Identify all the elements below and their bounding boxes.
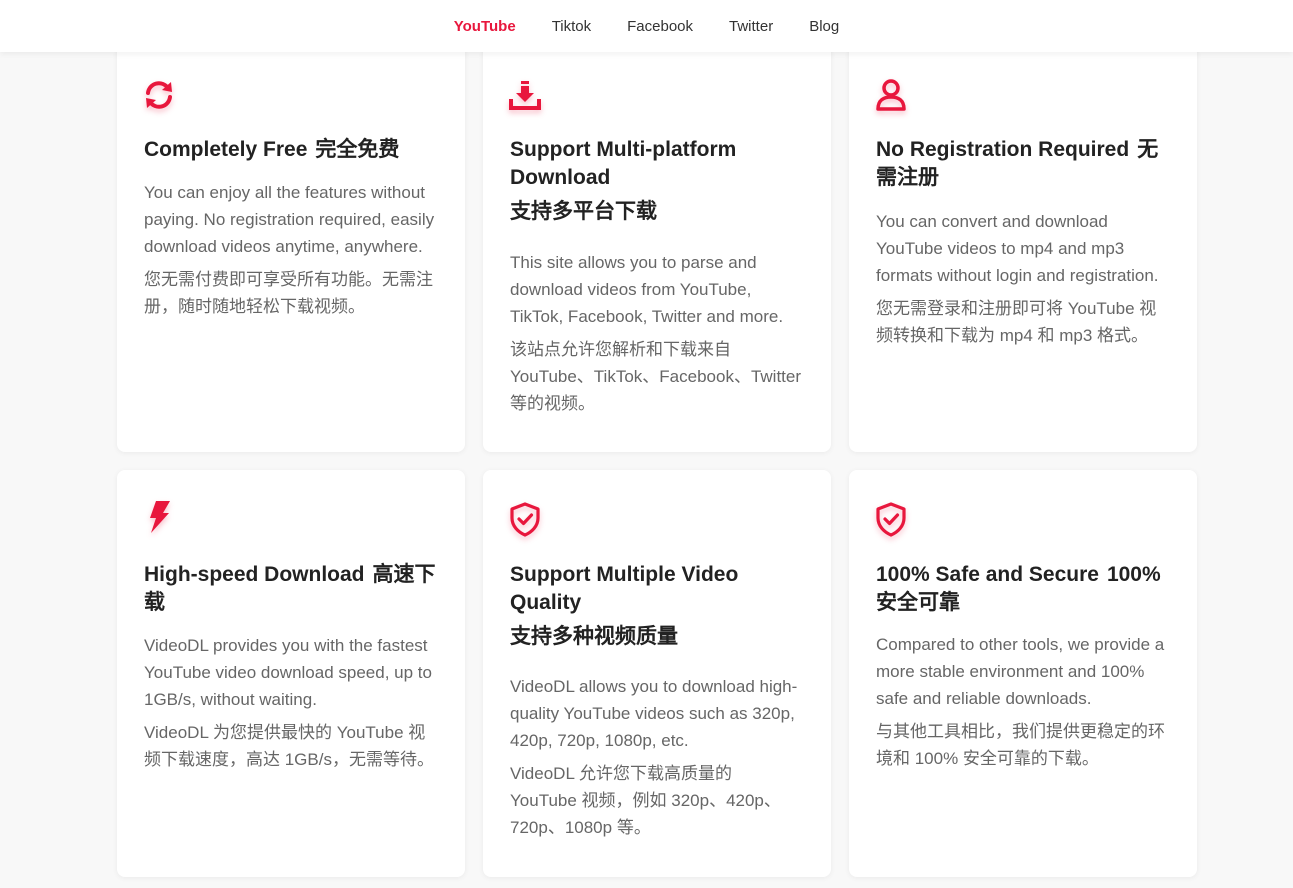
feature-title: Support Multiple Video Quality 支持多种视频质量 — [510, 561, 807, 651]
feature-desc-en: You can convert and download YouTube vid… — [876, 212, 1159, 285]
feature-desc-en: You can enjoy all the features without p… — [144, 183, 435, 256]
feature-card-safe: 100% Safe and Secure 100% 安全可靠 Compared t… — [849, 470, 1197, 877]
lightning-icon — [141, 499, 177, 535]
feature-desc-zh: VideoDL 允许您下载高质量的 YouTube 视频，例如 320p、420… — [510, 764, 781, 837]
feature-title-en: Support Multi-platform Download — [510, 138, 737, 189]
feature-title-en: Completely Free — [144, 138, 308, 161]
feature-title-zh: 支持多平台下载 — [510, 200, 657, 223]
feature-title-en: High-speed Download — [144, 563, 365, 586]
feature-desc-en: This site allows you to parse and downlo… — [510, 253, 784, 326]
feature-description: VideoDL provides you with the fastest Yo… — [144, 632, 435, 773]
download-icon — [507, 77, 543, 113]
feature-title: High-speed Download 高速下载 — [144, 561, 441, 617]
shield-check-icon — [507, 501, 543, 537]
nav-facebook[interactable]: Facebook — [627, 18, 693, 35]
feature-card-multiplatform: Support Multi-platform Download 支持多平台下载 … — [483, 30, 831, 452]
feature-title: No Registration Required 无需注册 — [876, 136, 1173, 192]
feature-title-zh: 完全免费 — [315, 138, 400, 161]
feature-desc-en: Compared to other tools, we provide a mo… — [876, 635, 1165, 708]
nav-youtube[interactable]: YouTube — [454, 18, 516, 35]
feature-desc-zh: VideoDL 为您提供最快的 YouTube 视频下载速度，高达 1GB/s，… — [144, 723, 434, 769]
nav-blog[interactable]: Blog — [809, 18, 839, 35]
feature-desc-en: VideoDL allows you to download high-qual… — [510, 677, 798, 750]
feature-desc-zh: 您无需付费即可享受所有功能。无需注册，随时随地轻松下载视频。 — [144, 270, 433, 316]
feature-desc-zh: 您无需登录和注册即可将 YouTube 视频转换和下载为 mp4 和 mp3 格… — [876, 299, 1157, 345]
feature-title-en: No Registration Required — [876, 138, 1130, 161]
feature-card-no-registration: No Registration Required 无需注册 You can con… — [849, 30, 1197, 452]
feature-card-video-quality: Support Multiple Video Quality 支持多种视频质量 … — [483, 470, 831, 877]
feature-title-en: Support Multiple Video Quality — [510, 563, 739, 614]
user-icon — [873, 77, 909, 113]
shield-check-icon — [873, 501, 909, 537]
feature-desc-zh: 与其他工具相比，我们提供更稳定的环境和 100% 安全可靠的下载。 — [876, 722, 1165, 768]
feature-description: This site allows you to parse and downlo… — [510, 249, 801, 417]
top-nav: YouTube Tiktok Facebook Twitter Blog — [0, 0, 1293, 52]
refresh-icon — [141, 77, 177, 113]
feature-description: VideoDL allows you to download high-qual… — [510, 673, 801, 841]
feature-card-high-speed: High-speed Download 高速下载 VideoDL provides… — [117, 470, 465, 877]
feature-desc-en: VideoDL provides you with the fastest Yo… — [144, 636, 432, 709]
feature-card-free: Completely Free 完全免费 You can enjoy all th… — [117, 30, 465, 452]
feature-title: Completely Free 完全免费 — [144, 136, 441, 164]
feature-desc-zh: 该站点允许您解析和下载来自 YouTube、TikTok、Facebook、Tw… — [510, 340, 802, 413]
nav-tiktok[interactable]: Tiktok — [552, 18, 591, 35]
feature-title: Support Multi-platform Download 支持多平台下载 — [510, 136, 807, 226]
feature-description: You can enjoy all the features without p… — [144, 179, 435, 320]
feature-description: Compared to other tools, we provide a mo… — [876, 631, 1167, 772]
feature-title: 100% Safe and Secure 100% 安全可靠 — [876, 561, 1173, 617]
feature-title-zh: 支持多种视频质量 — [510, 625, 678, 648]
nav-twitter[interactable]: Twitter — [729, 18, 773, 35]
feature-description: You can convert and download YouTube vid… — [876, 208, 1167, 349]
feature-title-en: 100% Safe and Secure — [876, 563, 1099, 586]
